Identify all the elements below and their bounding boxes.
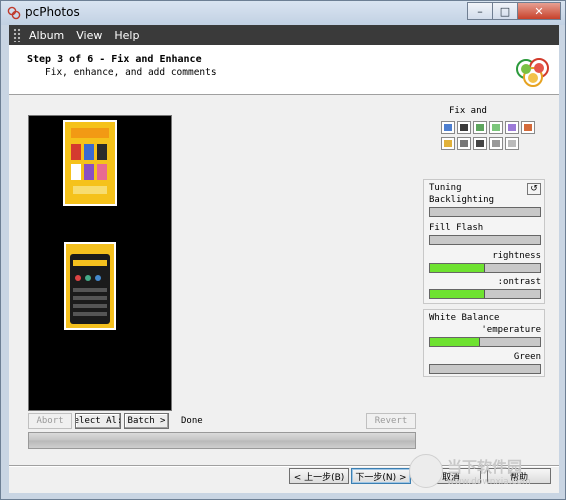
revert-button[interactable]: Revert [366, 413, 416, 429]
close-icon[interactable]: ✕ [517, 2, 561, 20]
menu-view[interactable]: View [70, 29, 108, 42]
green-slider[interactable] [429, 364, 541, 374]
status-text: Done [181, 416, 203, 426]
brand-logo-icon [516, 58, 549, 87]
back-button[interactable]: < 上一步(B) [289, 468, 349, 484]
watermark: 当下软件园 www.downxia.com [409, 449, 559, 493]
photo-thumbnail-image [65, 122, 115, 204]
watermark-logo-icon [409, 454, 443, 488]
abort-button[interactable]: Abort [28, 413, 72, 429]
rotate-tool-icon[interactable] [473, 121, 487, 134]
menu-help[interactable]: Help [108, 29, 145, 42]
fill-flash-slider[interactable] [429, 235, 541, 245]
window-title: pcPhotos [25, 5, 80, 19]
straighten-tool-icon[interactable] [505, 121, 519, 134]
temperature-slider[interactable] [429, 337, 541, 347]
temperature-label: 'emperature [481, 325, 541, 335]
step-title: Step 3 of 6 - Fix and Enhance [27, 54, 202, 65]
watermark-title: 当下软件园 [447, 457, 523, 476]
resize-tool-icon[interactable] [521, 121, 535, 134]
contrast-slider[interactable] [429, 289, 541, 299]
redeye-tool-icon[interactable] [441, 121, 455, 134]
maximize-icon[interactable]: □ [492, 2, 518, 20]
tuning-title: Tuning [429, 183, 462, 193]
watermark-url: www.downxia.com [447, 476, 531, 487]
eye-tool-icon[interactable] [489, 137, 503, 150]
menu-grip-icon[interactable] [13, 28, 21, 42]
photo-thumbnail[interactable] [64, 242, 116, 330]
progress-bar [28, 432, 416, 449]
copy-tool-icon[interactable] [505, 137, 519, 150]
film-tool-icon[interactable] [473, 137, 487, 150]
minimize-icon[interactable]: – [467, 2, 493, 20]
grayscale-tool-icon[interactable] [457, 137, 471, 150]
wizard-body: Step 3 of 6 - Fix and Enhance Fix, enhan… [9, 45, 559, 493]
app-window: pcPhotos – □ ✕ Album View Help Step 3 of… [0, 0, 566, 500]
app-logo-icon [7, 6, 21, 20]
sharpen-tool-icon[interactable] [489, 121, 503, 134]
batch-button[interactable]: Batch > [124, 413, 169, 429]
window-controls: – □ ✕ [467, 2, 561, 20]
step-subtitle: Fix, enhance, and add comments [45, 67, 217, 78]
tuning-panel: Tuning ↺ Backlighting Fill Flash rightne… [423, 179, 545, 304]
menu-album[interactable]: Album [23, 29, 70, 42]
fill-flash-label: Fill Flash [429, 223, 484, 233]
green-label: Green [513, 352, 541, 362]
menu-bar: Album View Help [9, 25, 559, 45]
fix-panel-title: Fix and [449, 106, 487, 116]
brightness-label: rightness [492, 251, 541, 261]
title-bar[interactable]: pcPhotos – □ ✕ [1, 1, 565, 25]
contrast-label: :ontrast [497, 277, 541, 287]
photo-thumbnail[interactable] [63, 120, 117, 206]
reset-icon[interactable]: ↺ [527, 183, 541, 195]
photo-thumbnail-image [66, 244, 114, 328]
brightness-slider[interactable] [429, 263, 541, 273]
crop-tool-icon[interactable] [457, 121, 471, 134]
white-balance-title: White Balance [429, 313, 500, 323]
backlighting-slider[interactable] [429, 207, 541, 217]
select-all-button[interactable]: elect Al: [75, 413, 121, 429]
backlighting-label: Backlighting [429, 195, 495, 205]
next-button[interactable]: 下一步(N) > [351, 468, 411, 484]
white-balance-panel: White Balance 'emperature Green [423, 309, 545, 377]
photo-preview-pane[interactable] [28, 115, 172, 411]
wizard-header: Step 3 of 6 - Fix and Enhance Fix, enhan… [9, 45, 559, 95]
color-tool-icon[interactable] [441, 137, 455, 150]
